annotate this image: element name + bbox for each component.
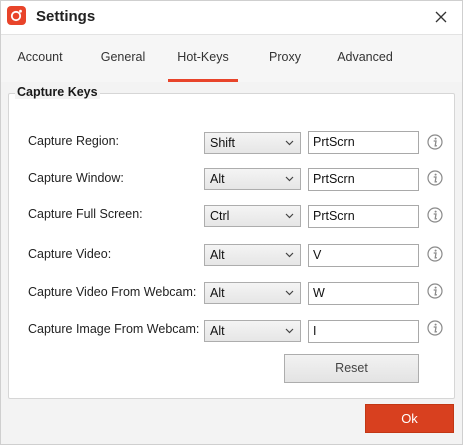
tab-bar: Account General Hot-Keys Proxy Advanced [1,34,462,82]
ok-button[interactable]: Ok [365,404,454,433]
capture-region-label: Capture Region: [28,134,120,148]
capture-image-webcam-key-field[interactable]: I [308,320,419,343]
chevron-down-icon [285,290,294,296]
chevron-down-icon [285,213,294,219]
capture-window-label: Capture Window: [28,171,124,185]
chevron-down-icon [285,328,294,334]
selected-value: Alt [210,248,225,262]
selected-value: Alt [210,324,225,338]
info-icon[interactable] [427,283,443,299]
capture-image-webcam-modifier-select[interactable]: Alt [204,320,301,342]
capture-video-modifier-select[interactable]: Alt [204,244,301,266]
capture-video-webcam-label: Capture Video From Webcam: [28,285,197,299]
info-icon[interactable] [427,320,443,336]
selected-value: Shift [210,136,236,150]
tab-advanced[interactable]: Advanced [331,35,399,82]
tab-account[interactable]: Account [9,35,71,82]
capture-video-label: Capture Video: [28,247,112,261]
tab-general[interactable]: General [95,35,151,82]
selected-value: Alt [210,172,225,186]
info-icon[interactable] [427,246,443,262]
tab-hot-keys[interactable]: Hot-Keys [168,35,238,82]
camera-icon [7,6,26,25]
close-icon [435,11,447,23]
tab-proxy[interactable]: Proxy [262,35,308,82]
group-title: Capture Keys [15,85,100,99]
title-bar: Settings [1,1,462,33]
info-icon[interactable] [427,170,443,186]
capture-full-screen-label: Capture Full Screen: [28,207,143,221]
selected-value: Ctrl [210,209,230,223]
capture-full-screen-modifier-select[interactable]: Ctrl [204,205,301,227]
info-icon[interactable] [427,207,443,223]
close-button[interactable] [429,5,453,29]
capture-region-modifier-select[interactable]: Shift [204,132,301,154]
capture-video-webcam-modifier-select[interactable]: Alt [204,282,301,304]
info-icon[interactable] [427,134,443,150]
capture-full-screen-key-field[interactable]: PrtScrn [308,205,419,228]
capture-window-key-field[interactable]: PrtScrn [308,168,419,191]
chevron-down-icon [285,140,294,146]
capture-image-webcam-label: Capture Image From Webcam: [28,322,200,336]
chevron-down-icon [285,252,294,258]
reset-button[interactable]: Reset [284,354,419,383]
chevron-down-icon [285,176,294,182]
settings-window: Settings Account General Hot-Keys Proxy … [0,0,463,445]
capture-region-key-field[interactable]: PrtScrn [308,131,419,154]
capture-video-key-field[interactable]: V [308,244,419,267]
capture-video-webcam-key-field[interactable]: W [308,282,419,305]
capture-window-modifier-select[interactable]: Alt [204,168,301,190]
window-title: Settings [36,8,96,25]
selected-value: Alt [210,286,225,300]
